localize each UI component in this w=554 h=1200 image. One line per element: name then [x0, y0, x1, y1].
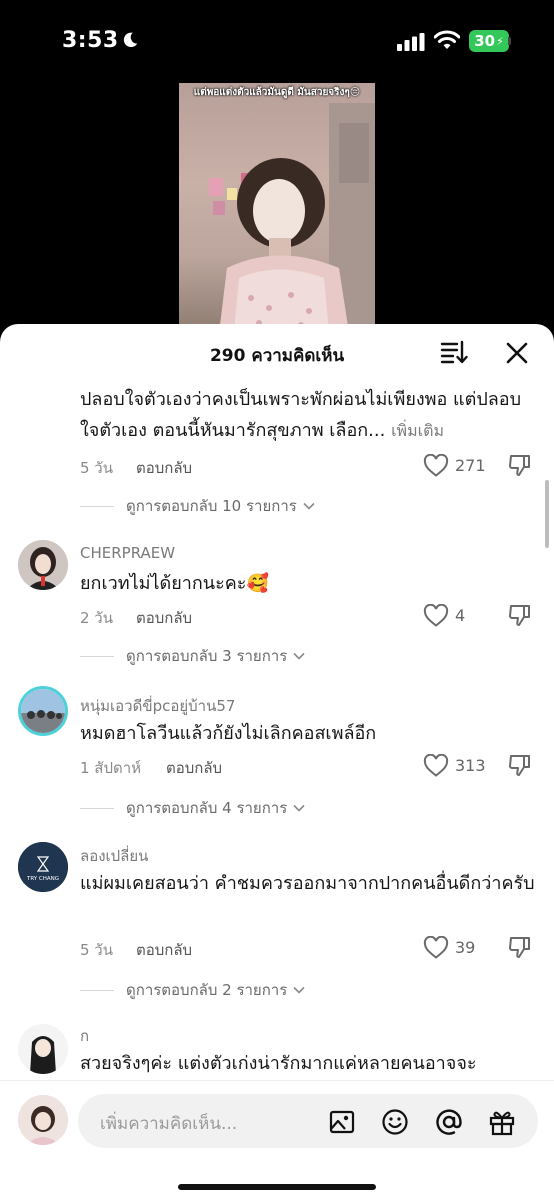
comment-username[interactable]: ก	[80, 1024, 89, 1048]
video-preview[interactable]: แต่พอแต่งตัวแล้วมันดูดี มันสวยจริงๆ😔	[179, 83, 375, 333]
avatar[interactable]	[18, 540, 68, 590]
like-count: 39	[455, 938, 476, 957]
like-count: 4	[455, 606, 466, 625]
reply-button[interactable]: ตอบกลับ	[136, 606, 192, 630]
like-count: 313	[455, 756, 486, 775]
status-time: 3:53	[62, 28, 119, 53]
home-indicator[interactable]	[178, 1184, 376, 1190]
reply-button[interactable]: ตอบกลับ	[166, 756, 222, 780]
scrollbar[interactable]	[545, 480, 549, 548]
comment-time: 5 วัน	[80, 941, 113, 959]
view-replies-button[interactable]: ดูการตอบกลับ 3 รายการ	[80, 646, 305, 666]
divider-line	[80, 989, 114, 991]
sheet-header: 290 ความคิดเห็น	[0, 324, 554, 380]
gift-icon[interactable]	[488, 1108, 516, 1136]
divider-line	[80, 655, 114, 657]
view-replies-label: ดูการตอบกลับ 4 รายการ	[126, 799, 288, 817]
comment-time: 2 วัน	[80, 609, 113, 627]
smiley-icon[interactable]	[381, 1108, 409, 1136]
comment-input[interactable]: เพิ่มความคิดเห็น...	[78, 1094, 538, 1148]
battery-cap	[508, 37, 511, 45]
divider-line	[80, 505, 114, 507]
thumbs-down-icon[interactable]	[507, 752, 533, 778]
close-icon[interactable]	[504, 340, 530, 366]
heart-icon[interactable]	[423, 454, 449, 478]
comment-text: หมดฮาโลวีนแล้วก้ยังไม่เลิกคอสเพล์อีก	[80, 723, 377, 744]
at-sign-icon[interactable]	[435, 1108, 463, 1136]
comment-username[interactable]: ลองเปลี่ยน	[80, 844, 148, 868]
like-count: 271	[455, 456, 486, 475]
comments-sheet: 290 ความคิดเห็น ปลอบใจตัวเองว่าคงเป็นเพร…	[0, 324, 554, 1200]
battery-indicator: 30 ⚡	[469, 30, 509, 52]
view-replies-button[interactable]: ดูการตอบกลับ 2 รายการ	[80, 980, 305, 1000]
reply-button[interactable]: ตอบกลับ	[136, 456, 192, 480]
chevron-down-icon	[293, 652, 305, 660]
divider-line	[80, 807, 114, 809]
heart-icon[interactable]	[423, 754, 449, 778]
comments-list[interactable]: ปลอบใจตัวเองว่าคงเป็นเพราะพักผ่อนไม่เพีย…	[0, 380, 554, 1080]
status-bar: 3:53 30 ⚡	[0, 0, 554, 80]
heart-icon[interactable]	[423, 604, 449, 628]
thumbs-down-icon[interactable]	[507, 452, 533, 478]
comment-text: ยกเวทไม่ได้ยากนะคะ🥰	[80, 573, 269, 594]
cellular-signal-icon	[397, 33, 425, 51]
avatar[interactable]: TRY CHANG	[18, 842, 68, 892]
view-replies-label: ดูการตอบกลับ 3 รายการ	[126, 647, 288, 665]
video-frame-image	[209, 103, 375, 333]
see-more-link[interactable]: เพิ่มเติม	[391, 421, 444, 440]
try-chang-logo: TRY CHANG	[18, 842, 68, 892]
chevron-down-icon	[303, 502, 315, 510]
comment-text: สวยจริงๆค่ะ แต่งตัวเก่งน่ารักมากแค่หลายค…	[80, 1053, 477, 1074]
heart-icon[interactable]	[423, 936, 449, 960]
charging-bolt-icon: ⚡	[496, 34, 504, 48]
comment-username[interactable]: หนุ่มเอวดีขี่pcอยู่บ้าน57	[80, 694, 235, 718]
view-replies-label: ดูการตอบกลับ 10 รายการ	[126, 497, 297, 515]
reply-button[interactable]: ตอบกลับ	[136, 938, 192, 962]
comment-time: 1 สัปดาห์	[80, 759, 142, 777]
comment-text: แม่ผมเคยสอนว่า คำชมควรออกมาจากปากคนอื่นด…	[80, 873, 535, 894]
view-replies-button[interactable]: ดูการตอบกลับ 4 รายการ	[80, 798, 305, 818]
thumbs-down-icon[interactable]	[507, 602, 533, 628]
comment-username[interactable]: CHERPRAEW	[80, 544, 175, 562]
chevron-down-icon	[293, 804, 305, 812]
image-icon[interactable]	[328, 1108, 356, 1136]
comment-input-bar: เพิ่มความคิดเห็น...	[0, 1080, 554, 1200]
avatar[interactable]	[18, 686, 68, 736]
comment-text: ปลอบใจตัวเองว่าคงเป็นเพราะพักผ่อนไม่เพีย…	[80, 384, 540, 446]
thumbs-down-icon[interactable]	[507, 934, 533, 960]
chevron-down-icon	[293, 986, 305, 994]
wifi-icon	[434, 30, 460, 49]
view-replies-label: ดูการตอบกลับ 2 รายการ	[126, 981, 288, 999]
comment-body: ปลอบใจตัวเองว่าคงเป็นเพราะพักผ่อนไม่เพีย…	[80, 389, 522, 441]
comment-time: 5 วัน	[80, 459, 113, 477]
view-replies-button[interactable]: ดูการตอบกลับ 10 รายการ	[80, 496, 315, 516]
avatar[interactable]	[18, 1024, 68, 1074]
comment-input-placeholder: เพิ่มความคิดเห็น...	[100, 1114, 238, 1134]
comments-count-title: 290 ความคิดเห็น	[209, 346, 345, 366]
my-avatar	[18, 1095, 68, 1145]
moon-icon	[123, 32, 138, 48]
video-caption: แต่พอแต่งตัวแล้วมันดูดี มันสวยจริงๆ😔	[193, 87, 361, 98]
sort-icon[interactable]	[440, 340, 468, 364]
battery-level: 30	[474, 32, 496, 50]
svg-text:TRY CHANG: TRY CHANG	[26, 876, 59, 882]
